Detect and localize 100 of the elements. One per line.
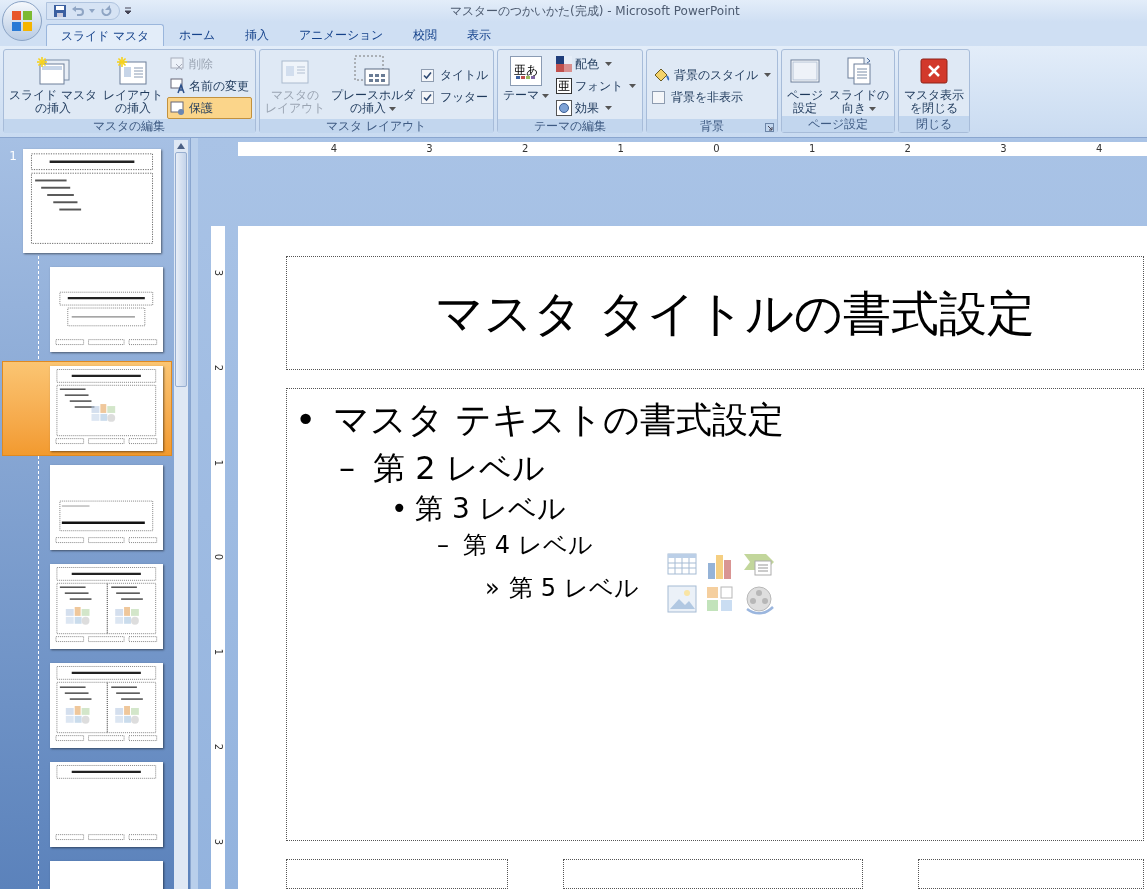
bullet-text: 第 5 レベル — [509, 573, 639, 605]
bullet-text: 第 4 レベル — [463, 529, 593, 561]
checkbox-box[interactable] — [420, 90, 434, 104]
bullet-marker: • — [391, 491, 409, 528]
group-label: マスタ レイアウト — [326, 119, 427, 133]
customize-toolbar-icon[interactable] — [124, 7, 132, 15]
caret-icon — [604, 62, 612, 66]
checkbox[interactable]: フッター — [418, 86, 490, 108]
checkbox-label: 背景を非表示 — [670, 89, 743, 106]
caret-icon — [628, 84, 636, 88]
slides-sparkle-icon — [35, 56, 70, 86]
picture-icon[interactable] — [666, 584, 697, 613]
slide-thumbnail[interactable] — [50, 465, 163, 550]
dialog-launcher-icon[interactable] — [764, 123, 774, 132]
checkbox-label: フッター — [439, 89, 488, 106]
ruler-number: 1 — [213, 648, 223, 656]
bullet-marker: – — [339, 447, 356, 489]
ribbon-small-button[interactable]: 名前の変更 — [166, 75, 252, 97]
ribbon-small-button[interactable]: 配色 — [552, 53, 639, 75]
ribbon-tab[interactable]: 校閲 — [397, 24, 452, 46]
ruler-number: 3 — [213, 838, 223, 845]
group-label: 閉じる — [915, 117, 952, 131]
bullet-text: マスタ テキストの書式設定 — [333, 397, 785, 442]
ruler-number: 1 — [617, 144, 624, 154]
theme-preview-icon: 亜あ — [509, 56, 542, 86]
ribbon-tab[interactable]: 挿入 — [229, 24, 284, 46]
effects-icon — [555, 100, 572, 116]
ruler-number: 4 — [330, 144, 337, 154]
ribbon-tab[interactable]: スライド マスタ — [46, 24, 164, 46]
caret-icon[interactable] — [89, 9, 95, 13]
caret-icon — [604, 106, 612, 110]
redo-icon[interactable] — [99, 4, 113, 18]
ribbon-large-button[interactable]: マスタ表示 を閉じる — [901, 53, 966, 115]
slide-thumbnail[interactable] — [50, 564, 163, 649]
slide-thumbnail[interactable] — [50, 663, 163, 748]
delete-slide-icon — [169, 56, 186, 72]
checkbox-box[interactable] — [420, 68, 434, 82]
ribbon-large-button[interactable]: 亜あ テーマ — [500, 53, 551, 102]
bullet-marker: – — [437, 529, 450, 561]
paint-bucket-icon — [652, 67, 671, 83]
checkbox[interactable]: タイトル — [418, 64, 490, 86]
group-label: テーマの編集 — [533, 119, 606, 133]
ribbon-small-button[interactable]: 効果 — [552, 97, 639, 119]
save-icon[interactable] — [53, 4, 67, 18]
bullet-marker: • — [295, 397, 318, 442]
ribbon-small-button[interactable]: 亜 フォント — [552, 75, 639, 97]
checkbox[interactable]: 背景を非表示 — [649, 86, 774, 108]
layout-sparkle-icon — [115, 56, 150, 86]
ruler-number: 4 — [1095, 144, 1103, 154]
ruler-number: 1 — [808, 144, 816, 154]
ribbon-large-button[interactable]: スライドの 向き — [826, 53, 891, 115]
group-label: 背景 — [699, 119, 724, 133]
group-label: マスタの編集 — [93, 119, 166, 133]
ribbon-tab[interactable]: 表示 — [451, 24, 506, 46]
caret-icon — [541, 93, 549, 98]
checkbox-box[interactable] — [651, 90, 665, 104]
office-button[interactable] — [2, 1, 42, 41]
placeholder-icon — [352, 55, 393, 87]
close-icon — [918, 57, 949, 85]
font-icon: 亜 — [555, 78, 572, 94]
ruler-number: 1 — [213, 459, 223, 466]
ruler-number: 2 — [521, 144, 529, 154]
caret-icon — [388, 106, 396, 111]
clip-art-icon[interactable] — [704, 584, 735, 613]
ruler-number: 2 — [213, 364, 223, 372]
ribbon-large-button[interactable]: レイアウト の挿入 — [100, 53, 165, 115]
ribbon-large-button[interactable]: ページ 設定 — [784, 53, 825, 115]
slide-thumbnail[interactable] — [50, 267, 163, 352]
caret-icon — [763, 73, 771, 77]
scroll-thumb[interactable] — [175, 152, 187, 387]
bullet-text: 第 3 レベル — [415, 491, 566, 528]
slide-thumbnail[interactable] — [23, 149, 161, 253]
slide-thumbnail[interactable] — [50, 366, 163, 451]
caret-icon — [868, 106, 876, 111]
checkbox-label: タイトル — [439, 67, 488, 84]
table-icon[interactable] — [666, 550, 697, 577]
slide-number: 1 — [9, 148, 17, 165]
ruler-number: 2 — [213, 743, 223, 751]
scroll-up-icon[interactable] — [177, 143, 185, 149]
group-label: ページ設定 — [807, 117, 868, 131]
color-scheme-icon — [555, 56, 572, 72]
ribbon-large-button[interactable]: スライド マスタ の挿入 — [7, 53, 99, 115]
ribbon-large-button[interactable]: プレースホルダ の挿入 — [328, 53, 417, 115]
scrollbar[interactable] — [174, 140, 188, 889]
ribbon-tab[interactable]: ホーム — [163, 24, 230, 46]
ruler-number: 3 — [426, 144, 433, 154]
ruler-number: 2 — [904, 144, 911, 154]
ribbon-small-button[interactable]: 背景のスタイル — [649, 64, 774, 86]
pane-splitter[interactable] — [190, 138, 198, 889]
page-icon — [787, 56, 822, 86]
window-title: マスターのつかいかた(完成) - Microsoft PowerPoint — [450, 3, 740, 20]
rename-icon — [169, 78, 186, 94]
ruler-number: 3 — [1000, 144, 1007, 154]
ribbon-tab[interactable]: アニメーション — [283, 24, 398, 46]
ribbon-small-button[interactable]: 保護 — [166, 97, 252, 119]
slide-title: マスタ タイトルの書式設定 — [435, 283, 1035, 343]
bullet-marker: » — [485, 573, 501, 605]
bullet-text: 第 2 レベル — [373, 447, 545, 489]
ruler-number: 0 — [713, 144, 720, 154]
slide-thumbnail[interactable] — [50, 762, 163, 847]
